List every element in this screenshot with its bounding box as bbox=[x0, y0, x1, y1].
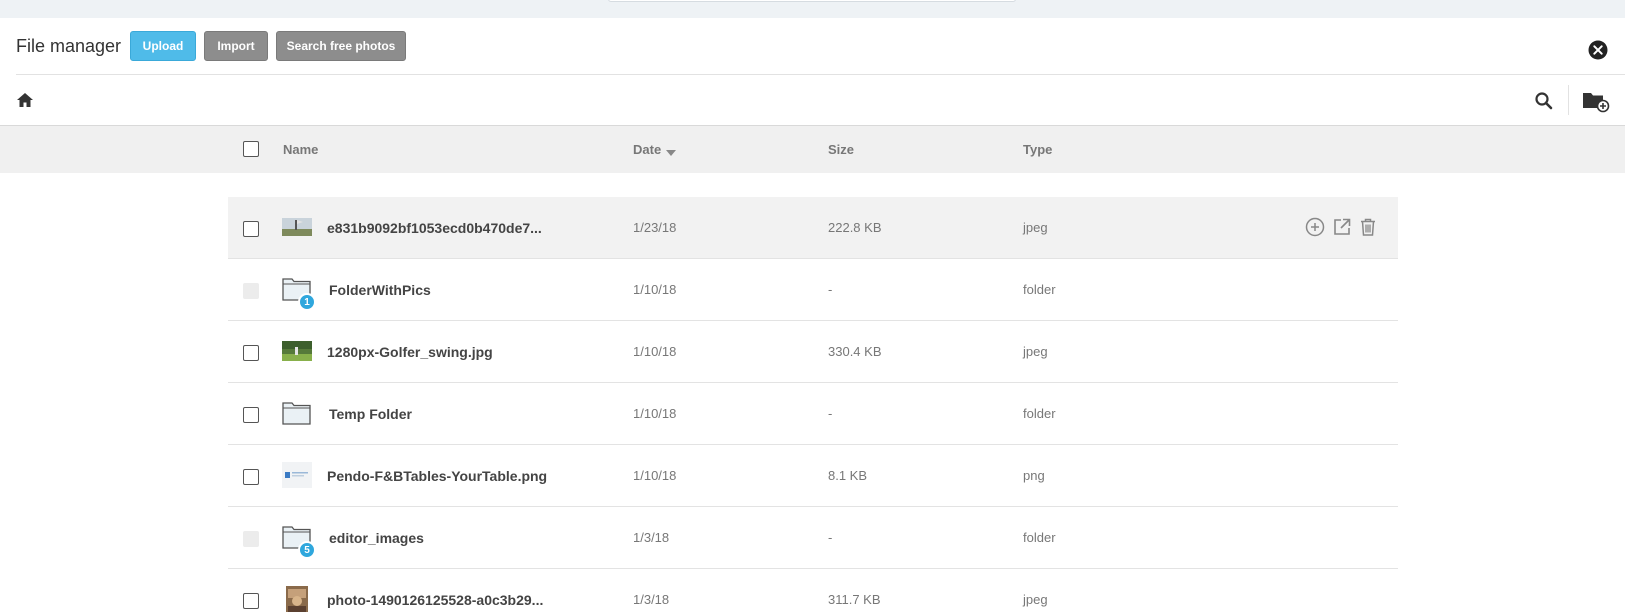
file-size: 222.8 KB bbox=[828, 220, 882, 235]
file-type: jpeg bbox=[1023, 220, 1048, 235]
column-date[interactable]: Date bbox=[633, 142, 677, 157]
file-type: folder bbox=[1023, 282, 1056, 297]
home-icon[interactable] bbox=[16, 91, 34, 109]
file-date: 1/3/18 bbox=[633, 592, 670, 607]
file-type: folder bbox=[1023, 530, 1056, 545]
image-thumbnail bbox=[282, 462, 312, 488]
row-checkbox[interactable] bbox=[243, 221, 259, 237]
upload-button[interactable]: Upload bbox=[130, 31, 196, 61]
file-name[interactable]: 1280px-Golfer_swing.jpg bbox=[327, 344, 493, 360]
toolbar bbox=[0, 75, 1625, 125]
folder-count-badge: 5 bbox=[298, 541, 316, 559]
search-icon[interactable] bbox=[1534, 91, 1554, 111]
file-size: - bbox=[828, 530, 833, 545]
column-type[interactable]: Type bbox=[1023, 142, 1052, 157]
file-size: - bbox=[828, 406, 833, 421]
file-date: 1/10/18 bbox=[633, 406, 677, 421]
folder-icon bbox=[282, 400, 312, 426]
close-icon[interactable] bbox=[1588, 40, 1608, 60]
folder-name[interactable]: Temp Folder bbox=[329, 406, 412, 422]
image-thumbnail bbox=[282, 214, 312, 240]
folder-count-badge: 1 bbox=[298, 293, 316, 311]
row-checkbox[interactable] bbox=[243, 407, 259, 423]
column-name[interactable]: Name bbox=[283, 142, 318, 157]
file-size: - bbox=[828, 282, 833, 297]
row-checkbox[interactable] bbox=[243, 469, 259, 485]
file-date: 1/10/18 bbox=[633, 344, 677, 359]
file-type: jpeg bbox=[1023, 592, 1048, 607]
file-type: jpeg bbox=[1023, 344, 1048, 359]
table-row[interactable]: Pendo-F&BTables-YourTable.png 1/10/18 8.… bbox=[228, 445, 1398, 507]
file-size: 311.7 KB bbox=[828, 592, 881, 607]
file-type: folder bbox=[1023, 406, 1056, 421]
row-actions bbox=[1305, 217, 1385, 239]
column-size[interactable]: Size bbox=[828, 142, 854, 157]
folder-name[interactable]: FolderWithPics bbox=[329, 282, 431, 298]
row-checkbox-disabled bbox=[243, 283, 259, 299]
table-row[interactable]: 5 editor_images 1/3/18 - folder bbox=[228, 507, 1398, 569]
open-external-icon[interactable] bbox=[1332, 217, 1352, 237]
file-date: 1/10/18 bbox=[633, 468, 677, 483]
row-checkbox[interactable] bbox=[243, 593, 259, 609]
file-type: png bbox=[1023, 468, 1045, 483]
row-checkbox-disabled bbox=[243, 531, 259, 547]
table-header: Name Date Size Type bbox=[0, 125, 1625, 173]
row-checkbox[interactable] bbox=[243, 345, 259, 361]
column-date-label: Date bbox=[633, 142, 662, 157]
select-all-checkbox[interactable] bbox=[243, 141, 259, 157]
trash-icon[interactable] bbox=[1358, 217, 1378, 237]
image-thumbnail bbox=[282, 338, 312, 364]
file-size: 330.4 KB bbox=[828, 344, 882, 359]
file-size: 8.1 KB bbox=[828, 468, 868, 483]
insert-icon[interactable] bbox=[1305, 217, 1325, 237]
sort-down-icon bbox=[666, 150, 677, 156]
import-button[interactable]: Import bbox=[204, 31, 268, 61]
file-date: 1/23/18 bbox=[633, 220, 677, 235]
toolbar-separator bbox=[1568, 85, 1569, 115]
image-thumbnail bbox=[282, 586, 312, 612]
file-name[interactable]: photo-1490126125528-a0c3b29... bbox=[327, 592, 543, 608]
table-row[interactable]: 1 FolderWithPics 1/10/18 - folder bbox=[228, 259, 1398, 321]
file-name[interactable]: Pendo-F&BTables-YourTable.png bbox=[327, 468, 547, 484]
file-name[interactable]: e831b9092bf1053ecd0b470de7... bbox=[327, 220, 542, 236]
new-folder-icon[interactable] bbox=[1582, 89, 1610, 113]
file-date: 1/3/18 bbox=[633, 530, 670, 545]
file-date: 1/10/18 bbox=[633, 282, 677, 297]
folder-name[interactable]: editor_images bbox=[329, 530, 424, 546]
table-row[interactable]: photo-1490126125528-a0c3b29... 1/3/18 31… bbox=[228, 569, 1398, 612]
file-manager-header: File manager Upload Import Search free p… bbox=[0, 18, 1625, 75]
table-row[interactable]: e831b9092bf1053ecd0b470de7... 1/23/18 22… bbox=[228, 197, 1398, 259]
table-row[interactable]: 1280px-Golfer_swing.jpg 1/10/18 330.4 KB… bbox=[228, 321, 1398, 383]
table-row[interactable]: Temp Folder 1/10/18 - folder bbox=[228, 383, 1398, 445]
page-title: File manager bbox=[16, 36, 122, 56]
search-free-photos-button[interactable]: Search free photos bbox=[276, 31, 406, 61]
top-search-stub bbox=[608, 0, 1016, 2]
top-strip bbox=[0, 0, 1625, 18]
